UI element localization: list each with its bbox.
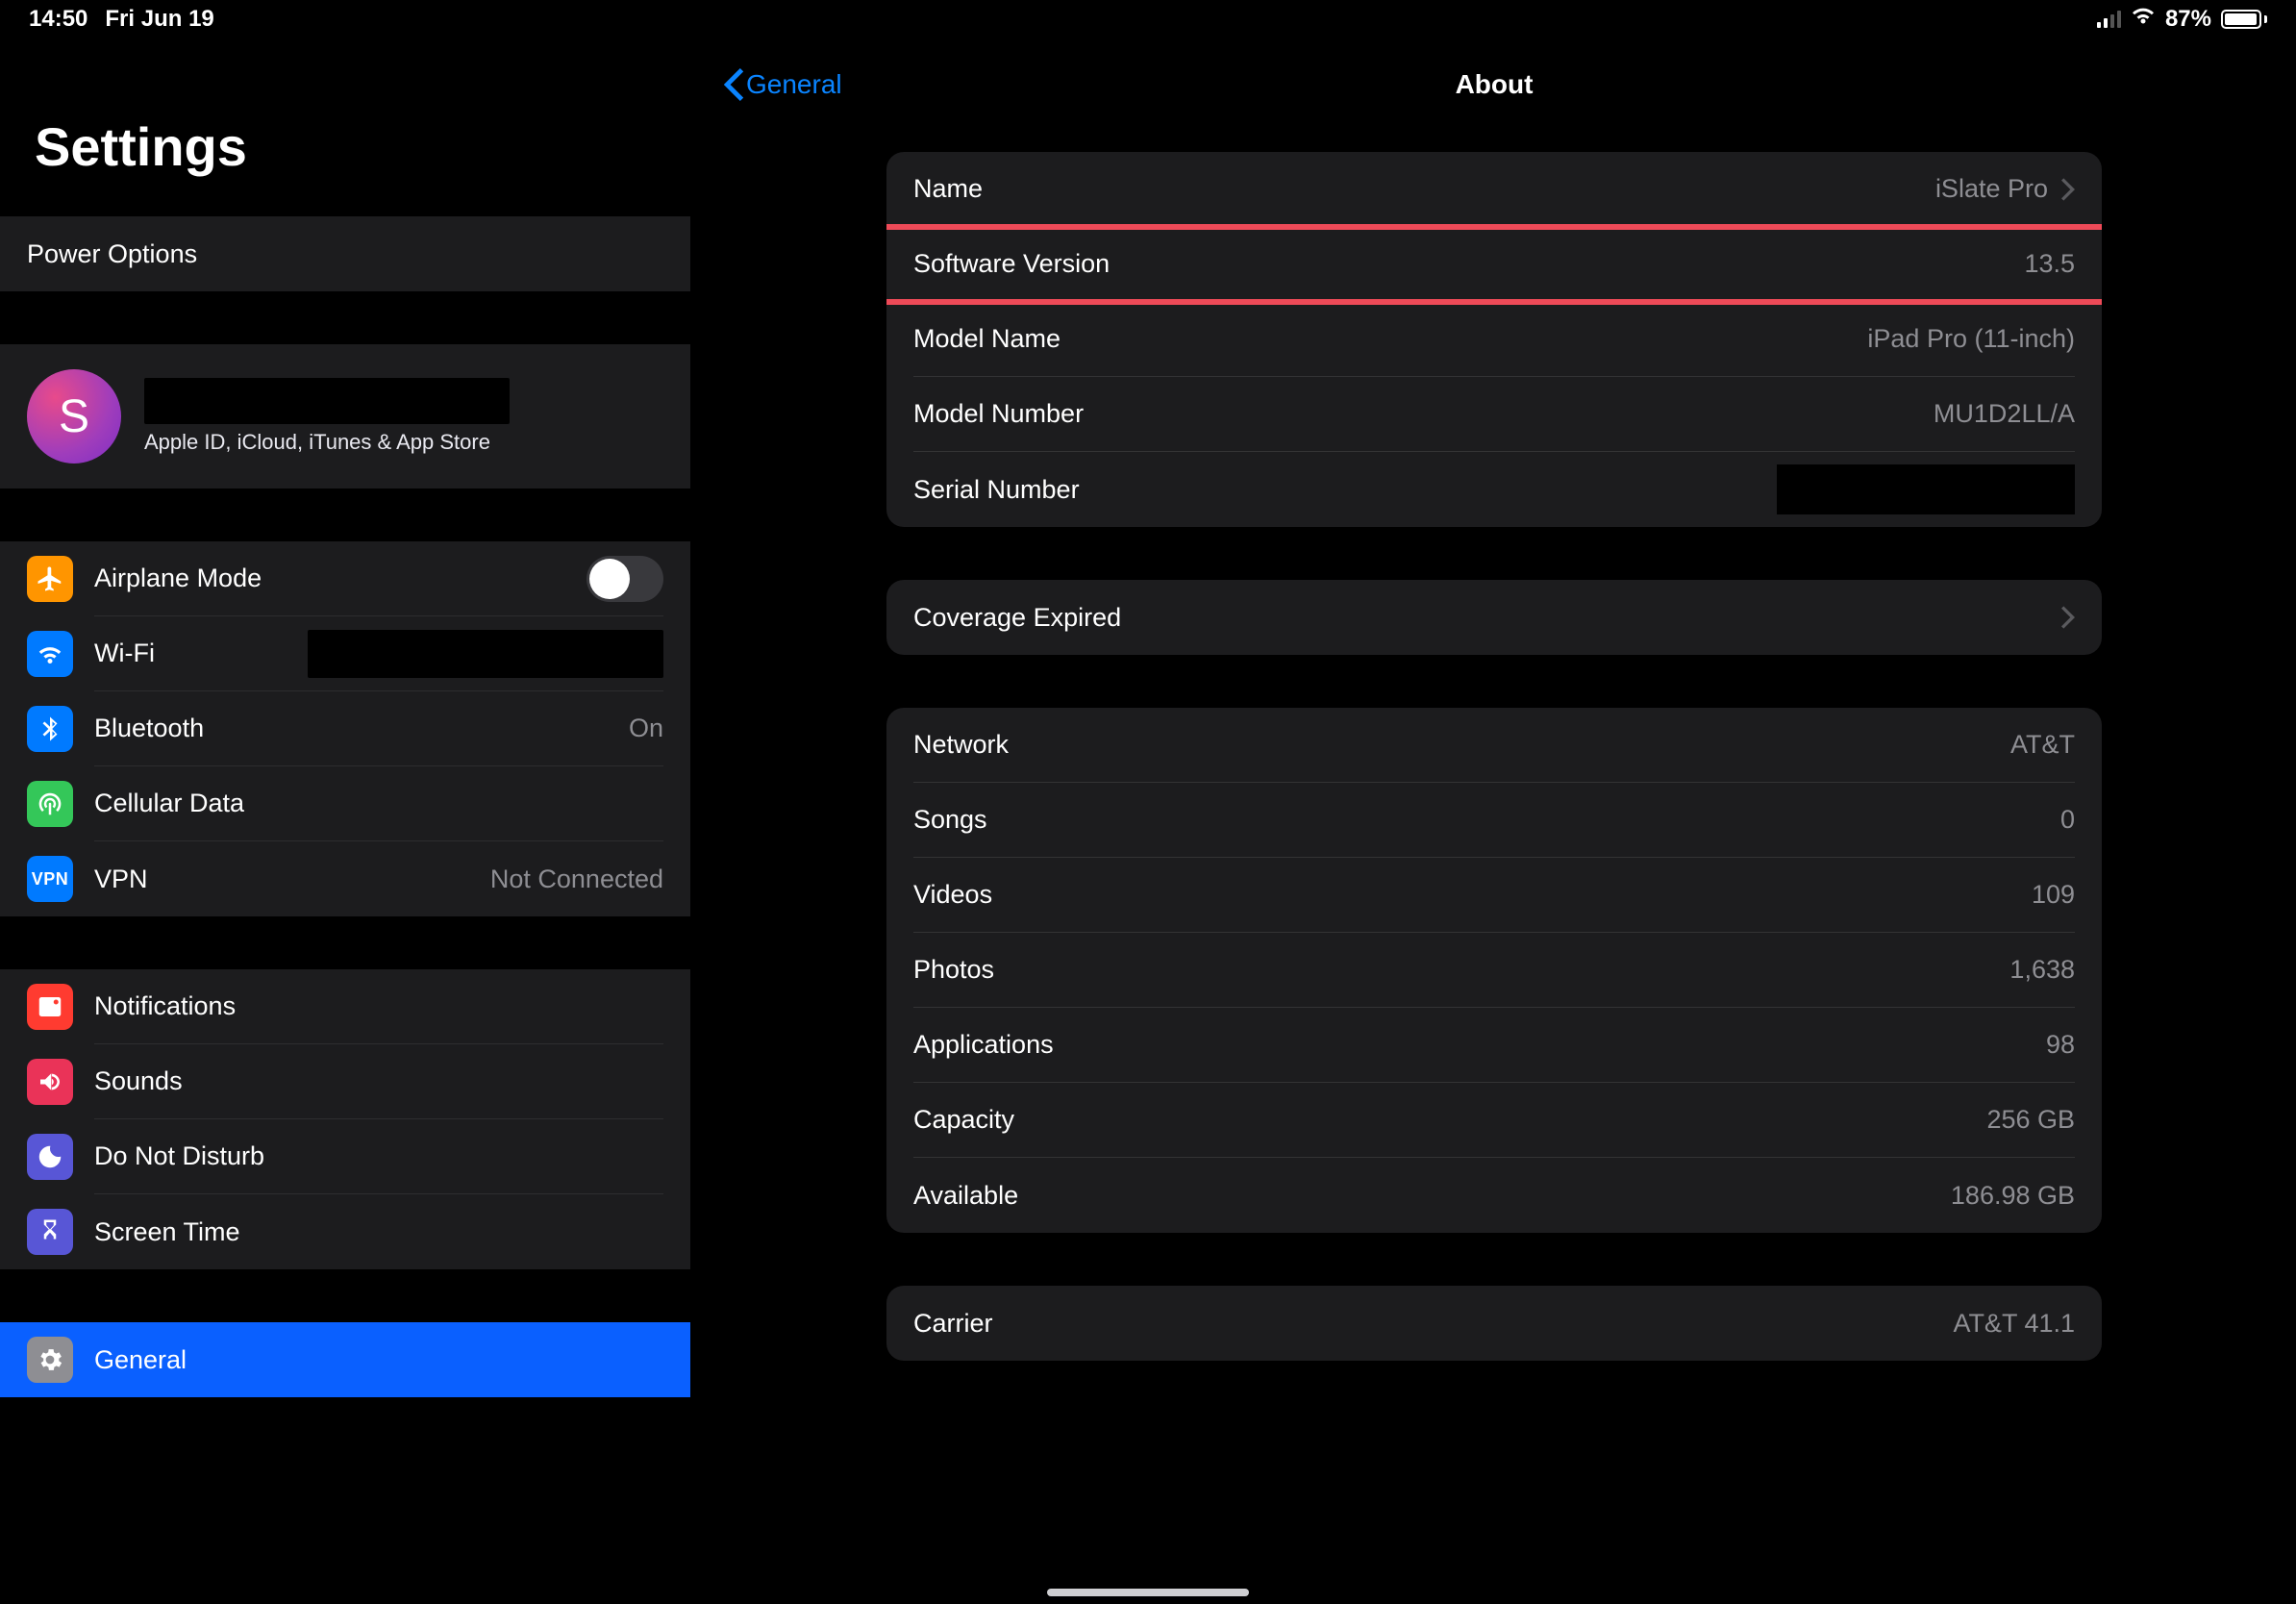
- notifications-icon: [27, 984, 73, 1030]
- apple-id-subtitle: Apple ID, iCloud, iTunes & App Store: [144, 430, 510, 455]
- sidebar-item-general[interactable]: General: [0, 1322, 690, 1397]
- row-coverage[interactable]: Coverage Expired: [886, 580, 2102, 655]
- status-bar: 14:50 Fri Jun 19 87%: [0, 0, 2296, 38]
- row-software-version[interactable]: Software Version 13.5: [886, 227, 2102, 302]
- about-group-coverage: Coverage Expired: [886, 580, 2102, 655]
- row-videos[interactable]: Videos 109: [886, 858, 2102, 933]
- detail-title: About: [1456, 69, 1534, 100]
- battery-icon: [2221, 10, 2267, 29]
- sidebar-item-airplane-mode[interactable]: Airplane Mode: [0, 541, 690, 616]
- status-time: 14:50: [29, 6, 87, 33]
- sidebar-item-wifi[interactable]: Wi-Fi: [0, 616, 690, 691]
- wifi-value-redacted: [308, 630, 663, 678]
- sidebar-item-vpn[interactable]: VPN VPN Not Connected: [0, 841, 690, 916]
- hourglass-icon: [27, 1209, 73, 1255]
- row-carrier[interactable]: Carrier AT&T 41.1: [886, 1286, 2102, 1361]
- row-photos[interactable]: Photos 1,638: [886, 933, 2102, 1008]
- airplane-icon: [27, 556, 73, 602]
- about-group-device: Name iSlate Pro Software Version 13.5 Mo…: [886, 152, 2102, 527]
- chevron-left-icon: [723, 68, 744, 101]
- sidebar-item-cellular[interactable]: Cellular Data: [0, 766, 690, 841]
- sidebar-item-notifications[interactable]: Notifications: [0, 969, 690, 1044]
- row-name[interactable]: Name iSlate Pro: [886, 152, 2102, 227]
- row-applications[interactable]: Applications 98: [886, 1008, 2102, 1083]
- apple-id-name-redacted: [144, 378, 510, 424]
- sidebar-item-power-options[interactable]: Power Options: [0, 216, 690, 291]
- moon-icon: [27, 1134, 73, 1180]
- about-group-carrier: Carrier AT&T 41.1: [886, 1286, 2102, 1361]
- wifi-icon: [2131, 6, 2156, 33]
- sidebar-item-apple-id[interactable]: S Apple ID, iCloud, iTunes & App Store: [0, 344, 690, 489]
- sidebar-item-dnd[interactable]: Do Not Disturb: [0, 1119, 690, 1194]
- row-network[interactable]: Network AT&T: [886, 708, 2102, 783]
- serial-redacted: [1777, 464, 2075, 514]
- cellular-icon: [27, 781, 73, 827]
- battery-percent: 87%: [2165, 6, 2211, 33]
- settings-sidebar: Settings Power Options S Apple ID, iClou…: [0, 0, 692, 1604]
- bluetooth-icon: [27, 706, 73, 752]
- sidebar-item-sounds[interactable]: Sounds: [0, 1044, 690, 1119]
- row-serial-number[interactable]: Serial Number: [886, 452, 2102, 527]
- back-button[interactable]: General: [723, 68, 842, 101]
- row-model-name[interactable]: Model Name iPad Pro (11-inch): [886, 302, 2102, 377]
- sidebar-item-bluetooth[interactable]: Bluetooth On: [0, 691, 690, 766]
- sidebar-item-screen-time[interactable]: Screen Time: [0, 1194, 690, 1269]
- row-model-number[interactable]: Model Number MU1D2LL/A: [886, 377, 2102, 452]
- gear-icon: [27, 1337, 73, 1383]
- detail-header: General About: [692, 46, 2296, 123]
- row-songs[interactable]: Songs 0: [886, 783, 2102, 858]
- sounds-icon: [27, 1059, 73, 1105]
- wifi-settings-icon: [27, 631, 73, 677]
- cellular-signal-icon: [2097, 11, 2121, 28]
- vpn-icon: VPN: [27, 856, 73, 902]
- avatar: S: [27, 369, 121, 464]
- status-date: Fri Jun 19: [105, 6, 213, 33]
- row-available[interactable]: Available 186.98 GB: [886, 1158, 2102, 1233]
- page-title: Settings: [35, 115, 656, 178]
- about-group-stats: Network AT&T Songs 0 Videos 109 Photos 1…: [886, 708, 2102, 1233]
- home-indicator[interactable]: [1047, 1589, 1249, 1596]
- detail-pane: General About Name iSlate Pro Software V…: [692, 0, 2296, 1604]
- chevron-right-icon: [2061, 178, 2075, 201]
- airplane-toggle[interactable]: [586, 556, 663, 602]
- row-capacity[interactable]: Capacity 256 GB: [886, 1083, 2102, 1158]
- chevron-right-icon: [2061, 606, 2075, 629]
